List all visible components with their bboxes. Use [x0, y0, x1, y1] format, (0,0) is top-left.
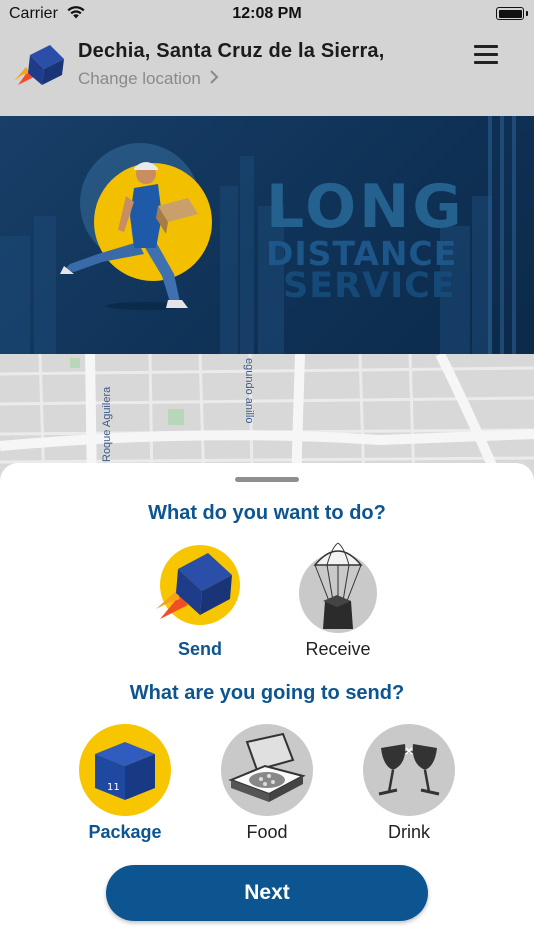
- pizza-box-icon: [221, 724, 313, 816]
- banner-title-long: LONG: [266, 172, 465, 242]
- option-drink[interactable]: Drink: [349, 724, 469, 843]
- courier-illustration: [60, 162, 198, 310]
- option-package[interactable]: 11 Package: [65, 724, 185, 843]
- option-send[interactable]: Send: [140, 545, 260, 660]
- chevron-right-icon: [209, 69, 219, 89]
- option-package-label: Package: [88, 822, 162, 842]
- change-location-link[interactable]: Change location: [78, 69, 219, 89]
- header: Dechia, Santa Cruz de la Sierra, Change …: [0, 28, 534, 116]
- banner-stripes: [488, 116, 516, 354]
- package-box-icon: 11: [79, 724, 171, 816]
- app-logo-icon: [12, 41, 68, 91]
- option-receive[interactable]: Receive: [278, 542, 398, 660]
- option-drink-label: Drink: [387, 822, 430, 842]
- option-send-label: Send: [177, 639, 222, 659]
- wine-glasses-icon: [363, 724, 455, 816]
- status-bar: Carrier 12:08 PM: [0, 0, 534, 28]
- question-item: What are you going to send?: [129, 682, 405, 704]
- sheet-drag-handle[interactable]: [235, 477, 299, 482]
- parachute-box-icon: [299, 542, 377, 633]
- question-action: What do you want to do?: [148, 502, 386, 524]
- option-food[interactable]: Food: [207, 724, 327, 843]
- clock: 12:08 PM: [232, 5, 302, 22]
- change-location-label: Change location: [78, 69, 201, 88]
- hamburger-menu-icon[interactable]: [474, 45, 498, 65]
- map-street-label: Roque Aguilera: [101, 386, 113, 462]
- option-food-label: Food: [246, 822, 288, 842]
- promo-banner[interactable]: LONG DISTANCE SERVICE: [0, 116, 534, 354]
- next-button[interactable]: Next: [106, 865, 428, 921]
- bottom-sheet: What do you want to do? Send Receive Wha…: [0, 463, 534, 950]
- svg-text:11: 11: [107, 782, 120, 793]
- option-receive-label: Receive: [305, 639, 371, 659]
- map-street-label: egundo anillo: [243, 358, 255, 423]
- location-title[interactable]: Dechia, Santa Cruz de la Sierra,: [78, 40, 385, 63]
- banner-title-service: SERVICE: [283, 266, 456, 306]
- battery-tip: [526, 11, 528, 16]
- battery-icon: [496, 7, 524, 20]
- rocket-box-icon: [156, 545, 240, 625]
